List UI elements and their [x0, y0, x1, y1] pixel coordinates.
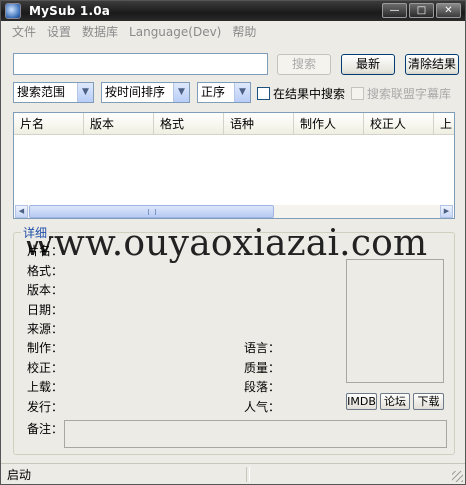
status-bar: 启动 [1, 463, 465, 484]
window-title: MySub 1.0a [29, 4, 111, 18]
watermark: www.ouyaoxiazai.com [23, 223, 428, 264]
scroll-thumb[interactable] [29, 205, 274, 218]
title-bar[interactable]: MySub 1.0a — □ ✕ [1, 1, 465, 21]
chevron-down-icon: ▼ [77, 83, 93, 102]
menu-language[interactable]: Language(Dev) [129, 25, 221, 39]
results-table[interactable]: 片名 版本 格式 语种 制作人 校正人 上 ◀ ▶ [13, 112, 455, 219]
scroll-right-icon[interactable]: ▶ [440, 205, 453, 218]
status-divider [249, 467, 250, 482]
search-union-label: 搜索联盟字幕库 [367, 87, 452, 101]
order-select-value: 正序 [201, 85, 226, 99]
search-in-results-checkbox[interactable]: 在结果中搜索 [257, 85, 345, 102]
detail-date-label: 日期： [27, 303, 64, 317]
menu-database[interactable]: 数据库 [82, 23, 118, 40]
column-format[interactable]: 格式 [154, 113, 224, 135]
search-union-checkbox[interactable]: 搜索联盟字幕库 [351, 85, 451, 102]
detail-maker-label: 制作： [27, 341, 64, 355]
app-icon [5, 3, 21, 19]
detail-language-label: 语言： [244, 341, 281, 355]
search-button[interactable]: 搜索 [277, 54, 331, 75]
search-in-results-label: 在结果中搜索 [273, 87, 346, 101]
checkbox-box[interactable] [257, 87, 270, 100]
column-version[interactable]: 版本 [84, 113, 154, 135]
download-button[interactable]: 下载 [413, 393, 444, 410]
detail-name-label: 片名： [27, 244, 64, 258]
column-title[interactable]: 片名 [14, 113, 84, 135]
checkbox-box[interactable] [351, 87, 364, 100]
status-divider [246, 467, 247, 482]
menu-bar: 文件 设置 数据库 Language(Dev) 帮助 [1, 22, 465, 41]
detail-format-label: 格式： [27, 264, 64, 278]
chevron-down-icon: ▼ [173, 83, 189, 102]
detail-publisher-label: 发行： [27, 400, 64, 414]
detail-version-label: 版本： [27, 283, 64, 297]
column-upload[interactable]: 上 [434, 113, 454, 135]
latest-button[interactable]: 最新 [341, 54, 395, 75]
menu-help[interactable]: 帮助 [232, 23, 256, 40]
table-header: 片名 版本 格式 语种 制作人 校正人 上 [14, 113, 454, 135]
search-input[interactable] [13, 53, 268, 75]
detail-popularity-label: 人气： [244, 400, 281, 414]
detail-source-label: 来源： [27, 322, 64, 336]
detail-notes-label: 备注： [27, 422, 64, 436]
chevron-down-icon: ▼ [234, 83, 250, 102]
column-maker[interactable]: 制作人 [294, 113, 364, 135]
notes-field[interactable] [64, 420, 447, 448]
detail-segment-label: 段落： [244, 380, 281, 394]
main-window: MySub 1.0a — □ ✕ 文件 设置 数据库 Language(Dev)… [0, 0, 466, 485]
minimize-button[interactable]: — [382, 3, 407, 18]
details-group-title: 详细 [21, 224, 50, 241]
scroll-left-icon[interactable]: ◀ [15, 205, 28, 218]
scope-select-value: 搜索范围 [17, 85, 66, 99]
close-button[interactable]: ✕ [436, 3, 461, 18]
imdb-button[interactable]: IMDB [346, 393, 377, 410]
detail-uploader-label: 上载： [27, 380, 64, 394]
scope-select[interactable]: 搜索范围 ▼ [13, 82, 94, 103]
forum-button[interactable]: 论坛 [380, 393, 410, 410]
menu-settings[interactable]: 设置 [47, 23, 71, 40]
column-language[interactable]: 语种 [224, 113, 294, 135]
detail-quality-label: 质量： [244, 361, 281, 375]
window-controls: — □ ✕ [382, 3, 461, 18]
cover-image [346, 259, 444, 383]
grip-icon [148, 209, 156, 215]
status-text: 启动 [7, 467, 32, 482]
resize-grip-icon[interactable] [452, 471, 463, 482]
sort-select[interactable]: 按时间排序 ▼ [101, 82, 190, 103]
column-checker[interactable]: 校正人 [364, 113, 434, 135]
sort-select-value: 按时间排序 [105, 85, 166, 99]
order-select[interactable]: 正序 ▼ [197, 82, 251, 103]
maximize-button[interactable]: □ [409, 3, 434, 18]
clear-results-button[interactable]: 清除结果 [405, 54, 459, 75]
detail-checker-label: 校正： [27, 361, 64, 375]
menu-file[interactable]: 文件 [12, 23, 36, 40]
horizontal-scrollbar[interactable]: ◀ ▶ [15, 205, 453, 218]
